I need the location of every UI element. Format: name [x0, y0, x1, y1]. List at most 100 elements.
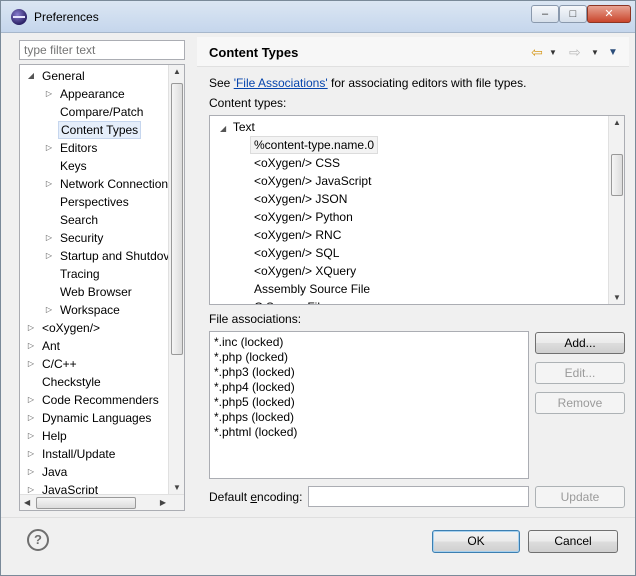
content-type-item[interactable]: <oXygen/> JavaScript [254, 172, 371, 190]
back-dropdown-icon[interactable]: ▼ [549, 48, 557, 57]
tree-item[interactable]: Search [20, 211, 170, 229]
collapsed-twisty-icon[interactable]: ▷ [26, 463, 36, 481]
add-button[interactable]: Add... [535, 332, 625, 354]
tree-item[interactable]: Compare/Patch [20, 103, 170, 121]
hint-suffix: for associating editors with file types. [327, 76, 527, 90]
content-type-item[interactable]: <oXygen/> CSS [254, 154, 340, 172]
file-association-item[interactable]: *.php3 (locked) [214, 365, 295, 380]
file-associations-label: File associations: [209, 312, 302, 326]
collapsed-twisty-icon[interactable]: ▷ [44, 247, 54, 265]
tree-item[interactable]: ▷ <oXygen/> [20, 319, 170, 337]
default-encoding-input[interactable] [308, 486, 529, 507]
remove-button[interactable]: Remove [535, 392, 625, 414]
back-arrow-icon[interactable]: ⇦ [531, 44, 543, 61]
content-type-item[interactable]: <oXygen/> SQL [254, 244, 339, 262]
ok-button[interactable]: OK [432, 530, 520, 553]
content-type-item[interactable]: %content-type.name.0 [250, 136, 379, 154]
tree-item[interactable]: ▷ Ant [20, 337, 170, 355]
tree-item[interactable]: ▷ Startup and Shutdov [20, 247, 170, 265]
tree-item[interactable]: ▷ Java [20, 463, 170, 481]
content-type-root-row[interactable]: ◢ Text [220, 118, 255, 136]
content-type-item[interactable]: <oXygen/> Python [254, 208, 353, 226]
scroll-down-icon[interactable]: ▼ [173, 483, 181, 492]
forward-dropdown-icon[interactable]: ▼ [591, 48, 599, 57]
scroll-down-icon[interactable]: ▼ [613, 293, 621, 302]
collapsed-twisty-icon[interactable]: ▷ [26, 445, 36, 463]
tree-item[interactable]: Keys [20, 157, 170, 175]
collapsed-twisty-icon[interactable]: ▷ [44, 229, 54, 247]
tree-item[interactable]: ▷ Help [20, 427, 170, 445]
content-type-item[interactable]: Assembly Source File [254, 280, 370, 298]
collapsed-twisty-icon[interactable]: ▷ [44, 301, 54, 319]
file-association-item[interactable]: *.phps (locked) [214, 410, 294, 425]
tree-item[interactable]: ◢ General [20, 67, 170, 85]
tree-item[interactable]: Checkstyle [20, 373, 170, 391]
tree-item-label: Ant [42, 339, 61, 353]
collapsed-twisty-icon[interactable]: ▷ [44, 139, 54, 157]
collapsed-twisty-icon[interactable]: ▷ [44, 175, 54, 193]
tree-item-label: Workspace [60, 303, 120, 317]
update-button[interactable]: Update [535, 486, 625, 508]
scroll-thumb[interactable] [611, 154, 623, 196]
hscroll-thumb[interactable] [36, 497, 136, 509]
filter-input[interactable] [19, 40, 185, 60]
tree-item[interactable]: ▷ C/C++ [20, 355, 170, 373]
tree-item[interactable]: Tracing [20, 265, 170, 283]
content-type-item[interactable]: <oXygen/> RNC [254, 226, 341, 244]
tree-item[interactable]: ▷ Appearance [20, 85, 170, 103]
file-association-item[interactable]: *.php4 (locked) [214, 380, 295, 395]
scroll-thumb[interactable] [171, 83, 183, 355]
minimize-button[interactable]: – [531, 5, 559, 23]
tree-item[interactable]: ▷ Editors [20, 139, 170, 157]
collapsed-twisty-icon[interactable]: ▷ [26, 427, 36, 445]
tree-item[interactable]: ▷ Security [20, 229, 170, 247]
collapsed-twisty-icon[interactable]: ▷ [26, 337, 36, 355]
forward-arrow-icon[interactable]: ⇨ [569, 44, 581, 61]
scroll-up-icon[interactable]: ▲ [173, 67, 181, 76]
edit-button[interactable]: Edit... [535, 362, 625, 384]
collapsed-twisty-icon[interactable]: ▷ [44, 85, 54, 103]
maximize-button[interactable]: □ [559, 5, 587, 23]
tree-item[interactable]: ▷ Install/Update [20, 445, 170, 463]
tree-item[interactable]: Content Types [20, 121, 170, 139]
help-icon[interactable]: ? [27, 529, 49, 551]
tree-item[interactable]: ▷ Network Connection [20, 175, 170, 193]
file-association-item[interactable]: *.phtml (locked) [214, 425, 297, 440]
tree-item-label: Java [42, 465, 68, 479]
tree-item-label: Compare/Patch [60, 105, 144, 119]
collapsed-twisty-icon[interactable]: ▷ [26, 409, 36, 427]
preferences-window: Preferences – □ ✕ ◢ General ▷ Appearance Com… [0, 0, 636, 576]
preferences-tree: ◢ General ▷ Appearance Compare/Patch Content … [19, 64, 185, 511]
tree-item[interactable]: ▷ Dynamic Languages [20, 409, 170, 427]
file-association-item[interactable]: *.inc (locked) [214, 335, 283, 350]
scroll-left-icon[interactable]: ◀ [24, 498, 30, 507]
tree-item-label: Network Connection [60, 177, 169, 191]
tree-horizontal-scrollbar[interactable]: ◀ ▶ [20, 494, 184, 510]
tree-item[interactable]: ▷ Workspace [20, 301, 170, 319]
cancel-button[interactable]: Cancel [528, 530, 618, 553]
tree-item[interactable]: Web Browser [20, 283, 170, 301]
splitter[interactable] [192, 37, 196, 515]
tree-item-label: Startup and Shutdov [60, 249, 170, 263]
hint-prefix: See [209, 76, 234, 90]
close-button[interactable]: ✕ [587, 5, 631, 23]
view-menu-icon[interactable]: ▼ [608, 47, 618, 58]
content-type-item[interactable]: <oXygen/> XQuery [254, 262, 356, 280]
scroll-up-icon[interactable]: ▲ [613, 118, 621, 127]
file-association-item[interactable]: *.php (locked) [214, 350, 288, 365]
expanded-twisty-icon[interactable]: ◢ [220, 124, 226, 133]
collapsed-twisty-icon[interactable]: ▷ [26, 319, 36, 337]
title-bar: Preferences – □ ✕ [1, 1, 635, 33]
tree-item[interactable]: Perspectives [20, 193, 170, 211]
file-association-item[interactable]: *.php5 (locked) [214, 395, 295, 410]
tree-vertical-scrollbar[interactable]: ▲ ▼ [168, 65, 184, 494]
collapsed-twisty-icon[interactable]: ▷ [26, 355, 36, 373]
content-types-scrollbar[interactable]: ▲ ▼ [608, 116, 624, 304]
collapsed-twisty-icon[interactable]: ▷ [26, 391, 36, 409]
content-type-item[interactable]: <oXygen/> JSON [254, 190, 347, 208]
scroll-right-icon[interactable]: ▶ [160, 498, 166, 507]
file-associations-link[interactable]: 'File Associations' [234, 76, 328, 90]
tree-item[interactable]: ▷ Code Recommenders [20, 391, 170, 409]
expanded-twisty-icon[interactable]: ◢ [26, 67, 36, 85]
content-type-item[interactable]: C Source File [254, 298, 327, 304]
